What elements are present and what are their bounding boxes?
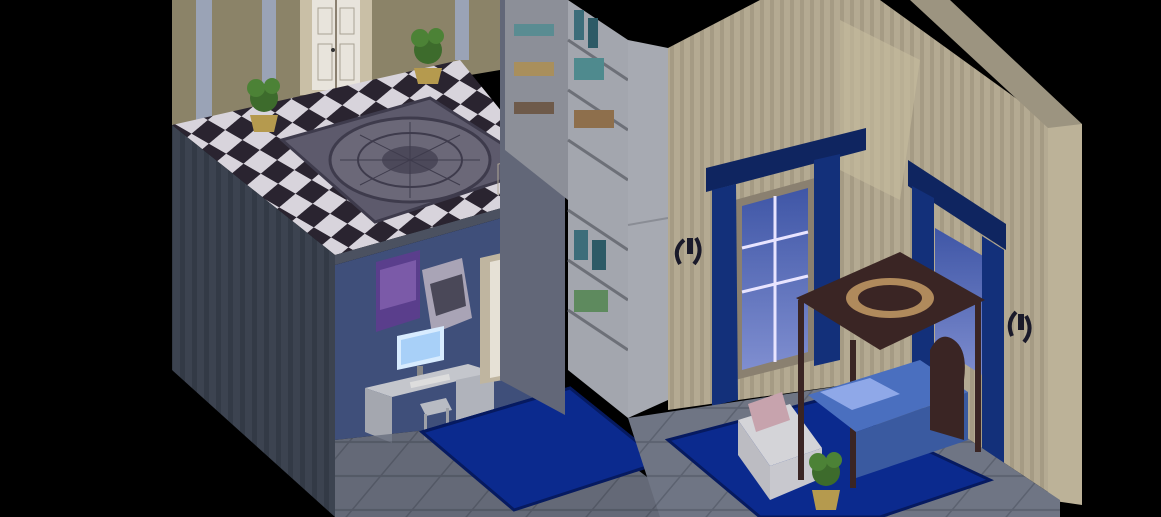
hall-pillar-left bbox=[196, 0, 212, 125]
game-scene bbox=[0, 0, 1161, 517]
hall-pillar-right bbox=[455, 0, 469, 60]
right-edge-wall bbox=[1048, 120, 1082, 505]
bookshelf bbox=[567, 0, 629, 418]
potted-plant bbox=[411, 28, 444, 84]
tall-cabinet bbox=[628, 40, 668, 418]
double-door[interactable] bbox=[300, 0, 372, 95]
poster bbox=[376, 250, 420, 332]
